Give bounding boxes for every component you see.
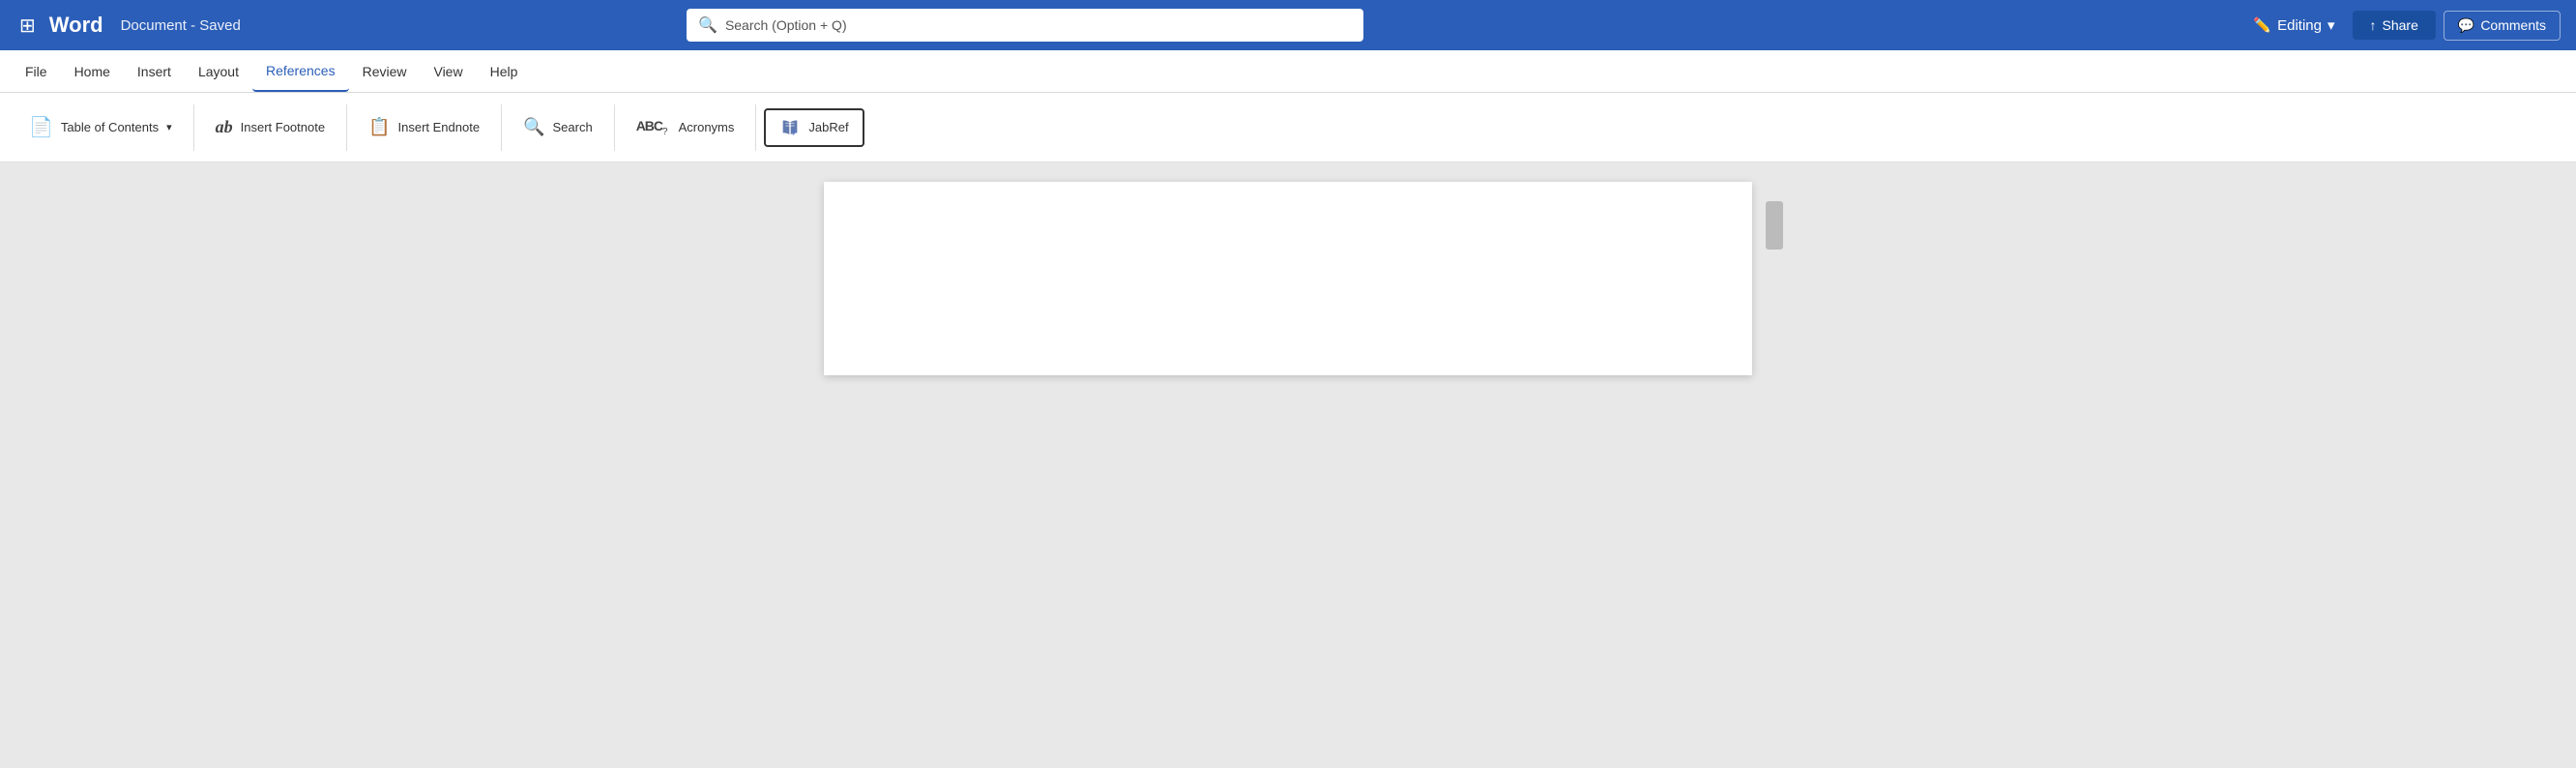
comments-label: Comments [2480,17,2546,33]
jabref-button[interactable]: JabRef [764,108,864,147]
insert-footnote-button[interactable]: ab Insert Footnote [202,108,338,147]
search-ribbon-icon: 🔍 [523,117,544,137]
app-name: Word [49,13,103,38]
endnote-icon: 📋 [368,117,390,137]
ribbon: 📄 Table of Contents ▾ ab Insert Footnote… [0,93,2576,162]
acronyms-label: Acronyms [679,120,735,134]
share-icon: ↑ [2370,17,2377,33]
insert-footnote-label: Insert Footnote [241,120,325,134]
search-bar[interactable]: 🔍 Search (Option + Q) [687,9,1363,42]
search-bar-placeholder: Search (Option + Q) [725,17,847,33]
acronyms-button[interactable]: ABC? Acronyms [623,108,748,147]
ribbon-separator-3 [501,104,502,151]
menu-item-review[interactable]: Review [349,50,421,92]
ribbon-separator-1 [193,104,194,151]
menu-item-references[interactable]: References [252,50,349,92]
scroll-indicator[interactable] [1766,201,1783,250]
comments-icon: 💬 [2458,17,2474,34]
ribbon-separator-4 [614,104,615,151]
share-label: Share [2383,17,2418,33]
document-area [0,162,2576,768]
doc-title: Document - Saved [121,17,241,34]
search-button[interactable]: 🔍 Search [510,108,606,147]
acronyms-icon: ABC? [636,118,667,137]
jabref-label: JabRef [808,120,848,134]
search-label: Search [552,120,592,134]
insert-endnote-label: Insert Endnote [398,120,481,134]
document-container [824,182,1752,749]
editing-label: Editing [2277,17,2322,34]
share-button[interactable]: ↑ Share [2353,11,2436,40]
title-bar-right: ✏️ Editing ▾ ↑ Share 💬 Comments [2243,11,2561,41]
search-icon: 🔍 [698,15,717,35]
footnote-icon: ab [216,117,233,137]
insert-endnote-button[interactable]: 📋 Insert Endnote [355,108,493,147]
ribbon-separator-2 [346,104,347,151]
waffle-icon[interactable]: ⊞ [15,10,40,42]
menu-item-view[interactable]: View [420,50,476,92]
editing-chevron-icon: ▾ [2327,16,2335,34]
ribbon-separator-5 [755,104,756,151]
table-of-contents-chevron-icon: ▾ [166,121,172,133]
editing-button[interactable]: ✏️ Editing ▾ [2243,11,2344,40]
menu-item-insert[interactable]: Insert [124,50,185,92]
comments-button[interactable]: 💬 Comments [2444,11,2561,41]
title-bar: ⊞ Word Document - Saved 🔍 Search (Option… [0,0,2576,50]
jabref-icon [779,117,801,138]
menu-item-help[interactable]: Help [477,50,532,92]
menu-item-file[interactable]: File [12,50,61,92]
menu-item-home[interactable]: Home [61,50,124,92]
menu-item-layout[interactable]: Layout [185,50,252,92]
menu-bar: File Home Insert Layout References Revie… [0,50,2576,93]
document-page[interactable] [824,182,1752,375]
table-of-contents-button[interactable]: 📄 Table of Contents ▾ [15,108,186,147]
table-of-contents-label: Table of Contents [61,120,159,134]
title-bar-left: ⊞ Word Document - Saved [15,10,241,42]
pencil-icon: ✏️ [2253,16,2271,34]
document-icon: 📄 [29,115,53,139]
